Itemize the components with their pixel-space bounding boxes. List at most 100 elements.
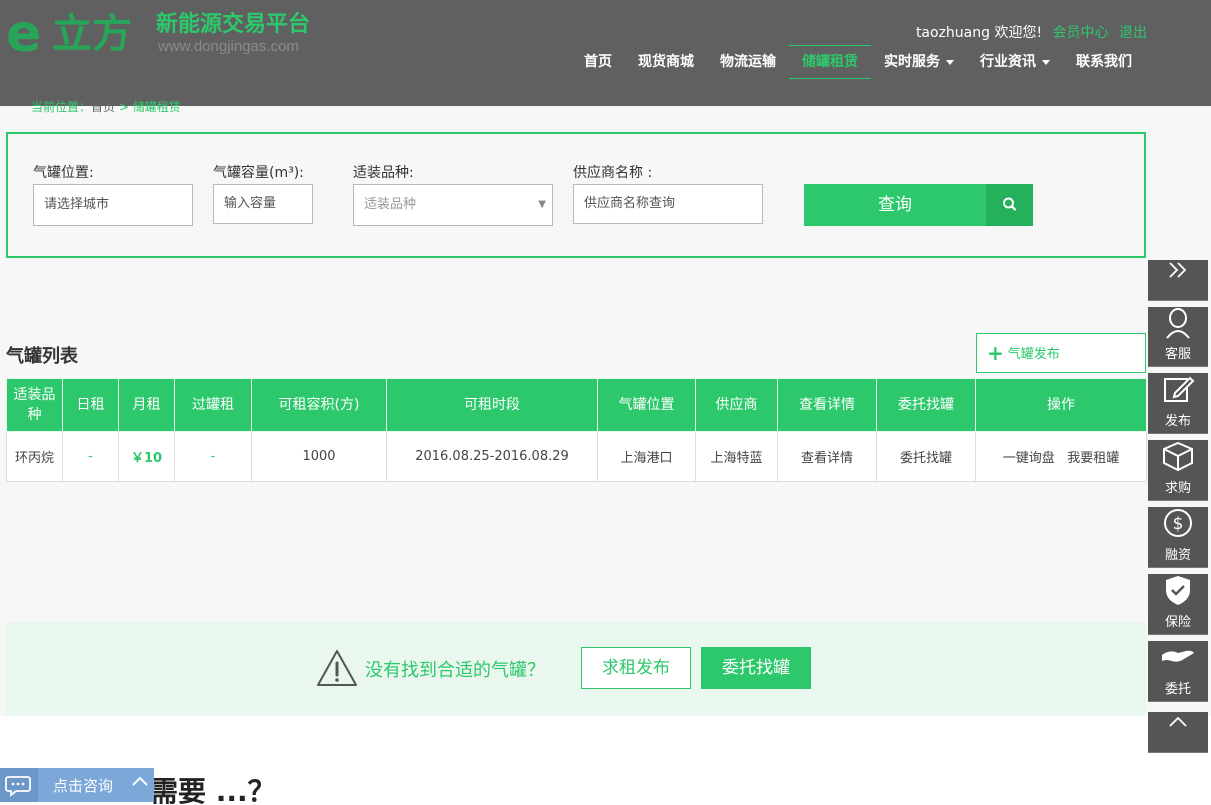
sidebar-label: 融资: [1164, 548, 1191, 563]
sidebar-item-entrust[interactable]: 委托: [1148, 641, 1208, 702]
search-icon-button[interactable]: [986, 184, 1033, 226]
column-header: 气罐位置: [597, 378, 696, 432]
user-icon: [1166, 308, 1190, 339]
column-header: 操作: [975, 378, 1147, 432]
supplier-input[interactable]: 供应商名称查询: [573, 184, 763, 224]
bottom-heading: 需要 ...？: [150, 775, 276, 805]
tank-publish-button[interactable]: + 气罐发布: [976, 333, 1146, 373]
variety-label: 适装品种:: [353, 165, 414, 181]
nav-label: 实时服务: [884, 54, 940, 70]
nav-item-mall[interactable]: 现货商城: [625, 45, 707, 79]
handshake-icon: [1162, 650, 1194, 662]
cell-volume: 1000: [251, 431, 387, 482]
column-header: 委托找罐: [876, 378, 976, 432]
user-bar: taozhuang 欢迎您! 会员中心 退出: [916, 22, 1147, 42]
variety-select[interactable]: 适装品种 ▼: [353, 184, 553, 226]
consult-bar[interactable]: 点击咨询: [0, 768, 154, 802]
cell-transfer: -: [174, 431, 252, 482]
caret-down-icon: [946, 59, 954, 65]
back-to-top-button[interactable]: [1148, 712, 1208, 753]
cell-monthly: ￥10: [118, 431, 175, 482]
column-header: 适装品种: [6, 378, 63, 432]
welcome-text: 欢迎您!: [994, 25, 1043, 41]
entrust-find-link[interactable]: 委托找罐: [876, 431, 976, 482]
sidebar-label: 发布: [1164, 414, 1191, 429]
chevron-up-icon[interactable]: [130, 772, 150, 792]
table-row: 环丙烷 - ￥10 - 1000 2016.08.25-2016.08.29 上…: [6, 431, 1147, 482]
search-panel: 气罐位置: 请选择城市 气罐容量(m³): 输入容量 适装品种: 适装品种 ▼ …: [6, 132, 1146, 258]
nav-label: 现货商城: [638, 54, 694, 70]
notice-text: 没有找到合适的气罐？: [365, 660, 545, 681]
sidebar-label: 委托: [1164, 682, 1191, 697]
select-arrow-icon: ▼: [538, 199, 546, 210]
plus-icon: +: [987, 341, 1004, 365]
nav-label: 行业资讯: [980, 54, 1036, 70]
column-header: 供应商: [695, 378, 778, 432]
sidebar-item-purchase[interactable]: 求购: [1148, 440, 1208, 501]
rent-tank-link[interactable]: 我要租罐: [1067, 451, 1119, 466]
nav-item-realtime[interactable]: 实时服务: [871, 45, 967, 79]
double-chevron-right-icon: [1169, 262, 1187, 278]
rent-request-button[interactable]: 求租发布: [581, 647, 691, 689]
site-header: e 立方 新能源交易平台 www.dongjingas.com taozhuan…: [0, 0, 1211, 106]
inquiry-link[interactable]: 一键询盘: [1003, 451, 1055, 466]
site-logo[interactable]: e 立方 新能源交易平台 www.dongjingas.com: [6, 4, 336, 64]
column-header: 可租容积(方): [251, 378, 387, 432]
chevron-up-icon: [1169, 716, 1187, 727]
logo-slogan: 新能源交易平台: [156, 12, 311, 37]
main-nav: 首页 现货商城 物流运输 储罐租赁 实时服务 行业资讯 联系我们: [571, 45, 1145, 79]
member-center-link[interactable]: 会员中心: [1053, 25, 1109, 41]
entrust-find-button[interactable]: 委托找罐: [701, 647, 811, 689]
location-input[interactable]: 请选择城市: [33, 184, 193, 226]
view-detail-link[interactable]: 查看详情: [777, 431, 877, 482]
publish-label: 气罐发布: [1007, 347, 1060, 362]
box-icon: [1163, 441, 1193, 472]
breadcrumb-current: 储罐租赁: [132, 100, 181, 114]
cell-daily: -: [62, 431, 119, 482]
supplier-label: 供应商名称 :: [573, 165, 653, 181]
column-header: 可租时段: [386, 378, 598, 432]
column-header: 查看详情: [777, 378, 877, 432]
sidebar-collapse-button[interactable]: [1148, 260, 1208, 301]
svg-text:$: $: [1173, 514, 1184, 534]
nav-item-contact[interactable]: 联系我们: [1063, 45, 1145, 79]
tank-table: 适装品种 日租 月租 过罐租 可租容积(方) 可租时段 气罐位置 供应商 查看详…: [6, 378, 1147, 482]
sidebar-label: 求购: [1164, 481, 1191, 496]
not-found-notice: 没有找到合适的气罐？ 求租发布 委托找罐: [6, 622, 1146, 716]
table-header-row: 适装品种 日租 月租 过罐租 可租容积(方) 可租时段 气罐位置 供应商 查看详…: [6, 378, 1147, 432]
caret-down-icon: [1042, 59, 1050, 65]
capacity-label: 气罐容量(m³):: [213, 165, 304, 181]
cell-location: 上海港口: [597, 431, 696, 482]
shield-check-icon: [1166, 576, 1190, 605]
username: taozhuang: [915, 25, 991, 41]
nav-label: 储罐租赁: [802, 54, 858, 70]
edit-icon: [1164, 376, 1195, 402]
list-title: 气罐列表: [6, 346, 78, 367]
nav-item-home[interactable]: 首页: [571, 45, 625, 79]
search-button[interactable]: 查询: [804, 184, 986, 226]
variety-select-value: 适装品种: [364, 197, 417, 212]
cell-variety: 环丙烷: [6, 431, 63, 482]
dollar-icon: $: [1164, 509, 1192, 537]
logo-e: e: [6, 4, 41, 64]
column-header: 过罐租: [174, 378, 252, 432]
breadcrumb: 当前位置：首页 > 储罐租赁: [31, 98, 181, 115]
nav-item-news[interactable]: 行业资讯: [967, 45, 1063, 79]
sidebar-item-publish[interactable]: 发布: [1148, 373, 1208, 434]
sidebar-item-insurance[interactable]: 保险: [1148, 574, 1208, 635]
chat-icon: [0, 768, 38, 802]
nav-item-tank-rental[interactable]: 储罐租赁: [789, 45, 871, 79]
cell-supplier: 上海特蓝: [695, 431, 778, 482]
sidebar-item-finance[interactable]: $ 融资: [1148, 507, 1208, 568]
capacity-input[interactable]: 输入容量: [213, 184, 313, 224]
sidebar-label: 客服: [1164, 347, 1191, 362]
nav-item-logistics[interactable]: 物流运输: [707, 45, 789, 79]
sidebar-label: 保险: [1164, 615, 1191, 630]
logo-url: www.dongjingas.com: [158, 38, 299, 55]
logout-link[interactable]: 退出: [1119, 25, 1147, 41]
sidebar-item-service[interactable]: 客服: [1148, 307, 1208, 367]
breadcrumb-home[interactable]: 首页: [91, 100, 115, 114]
location-label: 气罐位置:: [33, 165, 94, 181]
logo-name: 立方: [52, 11, 132, 57]
column-header: 日租: [62, 378, 119, 432]
